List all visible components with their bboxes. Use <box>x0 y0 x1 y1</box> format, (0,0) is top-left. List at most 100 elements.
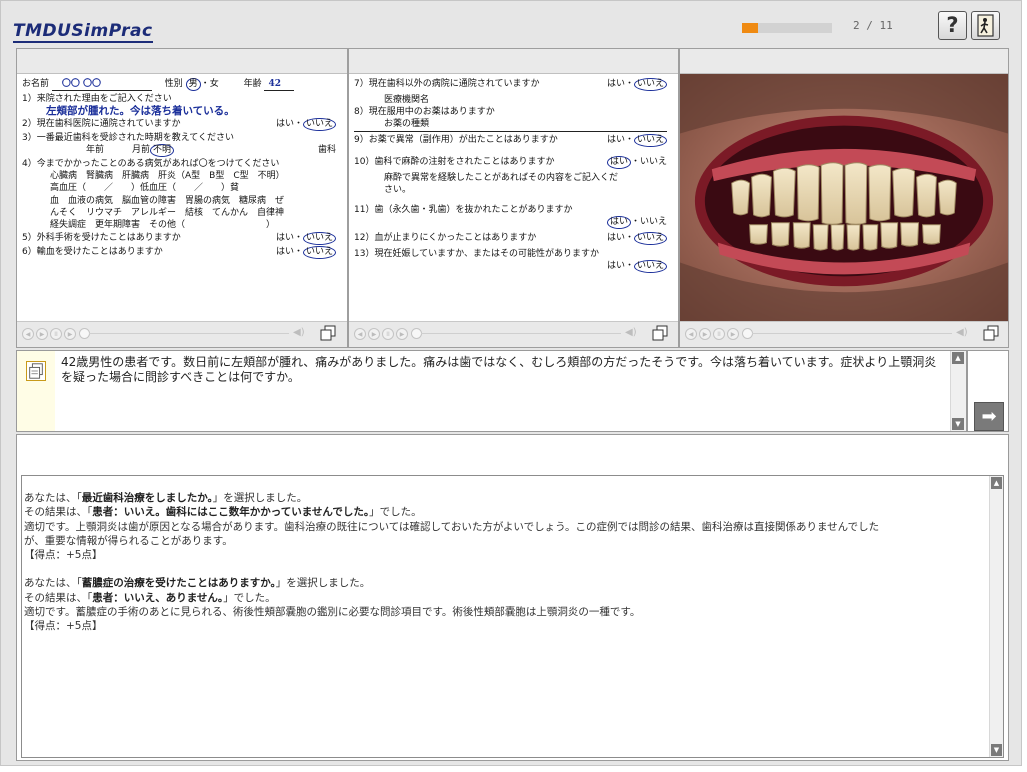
q6-text: 6）輸血を受けたことはありますか <box>22 246 163 257</box>
q5-separator: ・ <box>293 232 303 243</box>
seek-track[interactable] <box>89 333 289 334</box>
forward-button[interactable]: ▶ <box>727 328 739 340</box>
exit-door-icon <box>977 14 994 37</box>
seek-track[interactable] <box>752 333 952 334</box>
help-icon: ? <box>946 13 959 37</box>
panel-titlebar <box>17 49 347 74</box>
scroll-up-button[interactable]: ▲ <box>991 477 1002 489</box>
q4-line-2: 高血圧（ ／ ）低血圧（ ／ ）貧 <box>50 183 240 194</box>
sex-separator: ・ <box>200 79 210 89</box>
pause-button[interactable]: II <box>382 328 394 340</box>
result-line: 」を選択しました。 <box>212 492 308 504</box>
rewind-button[interactable]: ◀ <box>685 328 697 340</box>
sex-label: 性別 <box>164 79 183 89</box>
progress-fill <box>742 23 759 33</box>
result-line: あなたは、「 <box>24 492 82 504</box>
document-icon[interactable] <box>651 324 669 342</box>
q11-yes-circled: はい <box>606 216 631 230</box>
scroll-up-button[interactable]: ▲ <box>952 352 964 364</box>
q11-separator: ・ <box>630 217 640 228</box>
q10-no: いいえ <box>639 156 667 167</box>
q6-separator: ・ <box>293 246 303 257</box>
q4-line-4: んそく リウマチ アレルギー 結核 てんかん 自律神 <box>50 208 285 219</box>
name-value: 〇〇 〇〇 <box>51 78 152 92</box>
q2-text: 2）現在歯科医院に通院されていますか <box>22 118 181 129</box>
q2-separator: ・ <box>293 118 303 129</box>
q10-sub-1: 麻酔で異常を経験したことがあればその内容をご記入くだ <box>384 172 619 183</box>
q8-text: 8）現在服用中のお薬はありますか <box>354 107 495 118</box>
q12-no-circled: いいえ <box>633 232 667 246</box>
scroll-down-button[interactable]: ▼ <box>991 744 1002 756</box>
q8-sub: お薬の種類 <box>354 118 667 132</box>
result-entry: あなたは、「最近歯科治療をしましたか。」を選択しました。 その結果は、「患者：い… <box>24 491 984 562</box>
q5-yes: はい <box>275 232 294 243</box>
panel-titlebar <box>349 49 678 74</box>
q5-no-circled: いいえ <box>302 231 336 245</box>
help-button[interactable]: ? <box>938 11 967 40</box>
question-icon-column <box>17 351 55 431</box>
q10-separator: ・ <box>630 156 640 167</box>
question-box: 42歳男性の患者です。数日前に左頬部が腫れ、痛みがありました。痛みは歯ではなく、… <box>16 350 967 432</box>
feedback-text: が、重要な情報が得られることがあります。 <box>24 534 233 547</box>
q9-no-circled: いいえ <box>633 133 667 147</box>
forward-button[interactable]: ▶ <box>64 328 76 340</box>
scroll-down-button[interactable]: ▼ <box>952 418 964 430</box>
q5-text: 5）外科手術を受けたことはありますか <box>22 232 181 243</box>
media-controls: ◀ ▶ II ▶ ◀) <box>17 321 347 347</box>
q1-answer: 左頬部が腫れた。今は落ち着いている。 <box>46 105 235 118</box>
questionnaire-panel-left: お名前 〇〇 〇〇 性別 男・女 年齢 42 1）来院された理由をご記入ください… <box>16 48 348 348</box>
seek-track[interactable] <box>421 333 621 334</box>
document-icon[interactable] <box>982 324 1000 342</box>
rewind-button[interactable]: ◀ <box>22 328 34 340</box>
document-icon[interactable] <box>319 324 337 342</box>
app-window: TMDUSimPrac 2 / 11 ? お名前 〇〇 〇〇 性別 男・女 年齢… <box>0 0 1022 766</box>
result-entry: あなたは、「蓄膿症の治療を受けたことはありますか。」を選択しました。 その結果は… <box>24 576 984 633</box>
pause-button[interactable]: II <box>713 328 725 340</box>
q9-separator: ・ <box>624 134 634 145</box>
next-button[interactable]: ➡ <box>974 402 1004 431</box>
play-button[interactable]: ▶ <box>368 328 380 340</box>
question-document-icon <box>26 361 46 381</box>
q9-text: 9）お薬で異常（副作用）が出たことはありますか <box>354 134 558 145</box>
q9-yes: はい <box>606 134 625 145</box>
progress-bar <box>742 23 832 33</box>
q13-no-circled: いいえ <box>633 260 667 274</box>
result-line: 」でした。 <box>369 506 422 519</box>
q2-yes: はい <box>275 118 294 129</box>
media-controls: ◀ ▶ II ▶ ◀) <box>349 321 678 347</box>
result-line: その結果は、「 <box>24 506 93 519</box>
result-area: あなたは、「最近歯科治療をしましたか。」を選択しました。 その結果は、「患者：い… <box>16 434 1009 761</box>
age-value: 42 <box>264 78 295 92</box>
score-text: 【得点：+5点】 <box>24 549 103 562</box>
q12-separator: ・ <box>624 233 634 244</box>
panel-titlebar <box>680 49 1008 74</box>
age-label: 年齢 <box>243 79 262 89</box>
result-line: 」を選択しました。 <box>275 577 371 590</box>
q13-separator: ・ <box>624 261 634 272</box>
result-log: あなたは、「最近歯科治療をしましたか。」を選択しました。 その結果は、「患者：い… <box>21 475 1004 758</box>
q4-line-3: 血 血液の病気 脳血管の障害 胃腸の病気 糖尿病 ぜ <box>50 195 285 206</box>
volume-icon[interactable]: ◀) <box>956 327 968 338</box>
q6-yes: はい <box>275 246 294 257</box>
play-button[interactable]: ▶ <box>699 328 711 340</box>
rewind-button[interactable]: ◀ <box>354 328 366 340</box>
next-arrow-icon: ➡ <box>981 406 997 427</box>
volume-icon[interactable]: ◀) <box>293 327 305 338</box>
q7-sub: 医療機関名 <box>384 95 430 105</box>
patient-answer: 患者：いいえ。歯科にはここ数年かかっていませんでした。 <box>92 506 370 519</box>
play-button[interactable]: ▶ <box>36 328 48 340</box>
q2-no-circled: いいえ <box>302 117 336 131</box>
question-scrollbar[interactable]: ▲ ▼ <box>950 351 966 431</box>
sex-male-circled: 男 <box>185 78 201 91</box>
exit-button[interactable] <box>971 11 1000 40</box>
q12-yes: はい <box>606 233 625 244</box>
score-text: 【得点：+5点】 <box>24 620 103 633</box>
pause-button[interactable]: II <box>50 328 62 340</box>
questionnaire-panel-middle: 7）現在歯科以外の病院に通院されていますか はい・ いいえ 医療機関名 8）現在服用… <box>348 48 679 348</box>
q3-unknown-circled: 不明 <box>150 143 175 157</box>
q4-text: 4）今までかかったことのある病気があれば〇をつけてください <box>22 158 280 169</box>
result-line: その結果は、「 <box>24 591 93 604</box>
forward-button[interactable]: ▶ <box>396 328 408 340</box>
result-scrollbar[interactable]: ▲ ▼ <box>989 476 1003 757</box>
volume-icon[interactable]: ◀) <box>625 327 637 338</box>
